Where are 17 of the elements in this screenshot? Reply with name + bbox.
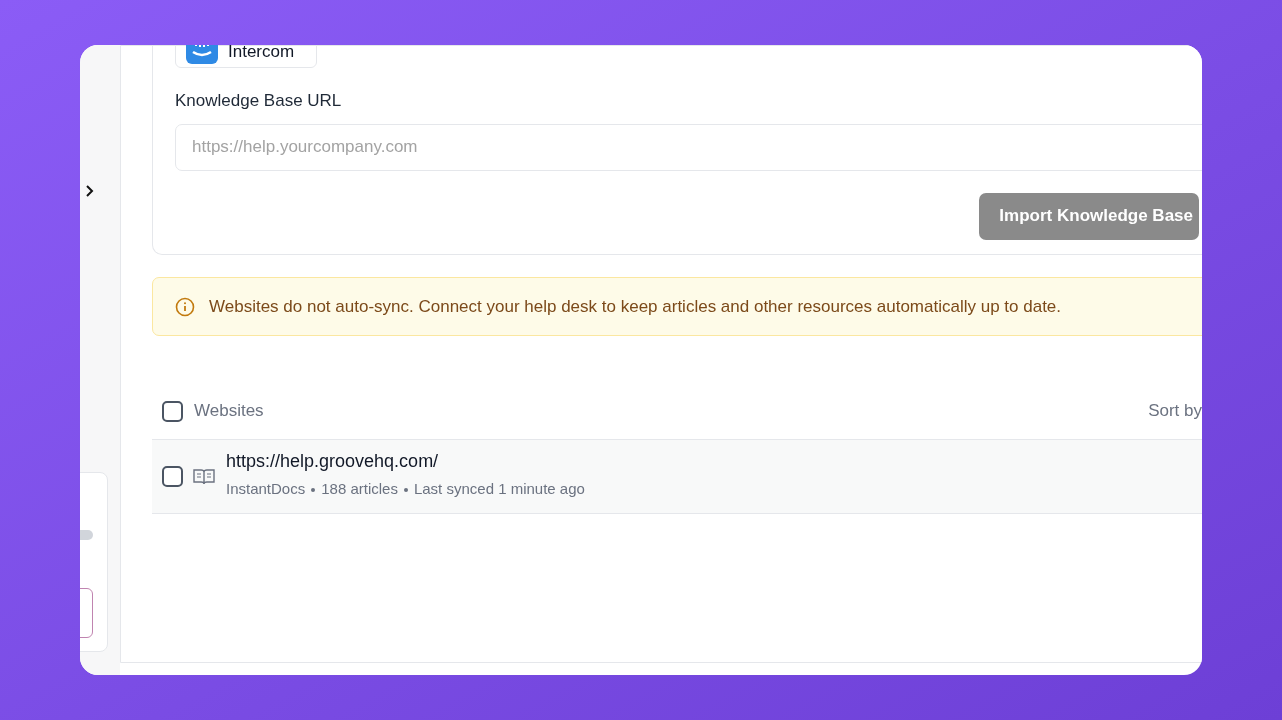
info-icon	[175, 296, 195, 317]
notice-text: Websites do not auto-sync. Connect your help desk to keep articles and other resources automatically up to date.	[209, 295, 1062, 318]
website-url[interactable]: https://help.groovehq.com/	[226, 448, 585, 476]
website-meta: InstantDocs	[226, 479, 306, 500]
website-meta: Last synced 1 minute ago	[413, 479, 585, 500]
checkbox[interactable]	[162, 400, 183, 422]
checkbox[interactable]	[162, 466, 183, 487]
integration-chip[interactable]: Intercom	[175, 45, 317, 68]
field-label: Knowledge Base URL	[175, 90, 343, 112]
integration-name: Intercom	[228, 45, 295, 60]
website-row[interactable]: https://help.groovehq.com/ InstantDocs 188 articles Last synced 1 minute ago	[152, 439, 1202, 514]
sort-dropdown[interactable]: Sort by	[1148, 398, 1202, 424]
chevron-right-icon[interactable]	[84, 185, 94, 197]
website-meta: 188 articles	[321, 479, 398, 500]
book-icon	[193, 467, 215, 486]
column-header: Websites	[194, 400, 265, 423]
url-input-field[interactable]: https://help.yourcompany.com	[175, 123, 1202, 171]
